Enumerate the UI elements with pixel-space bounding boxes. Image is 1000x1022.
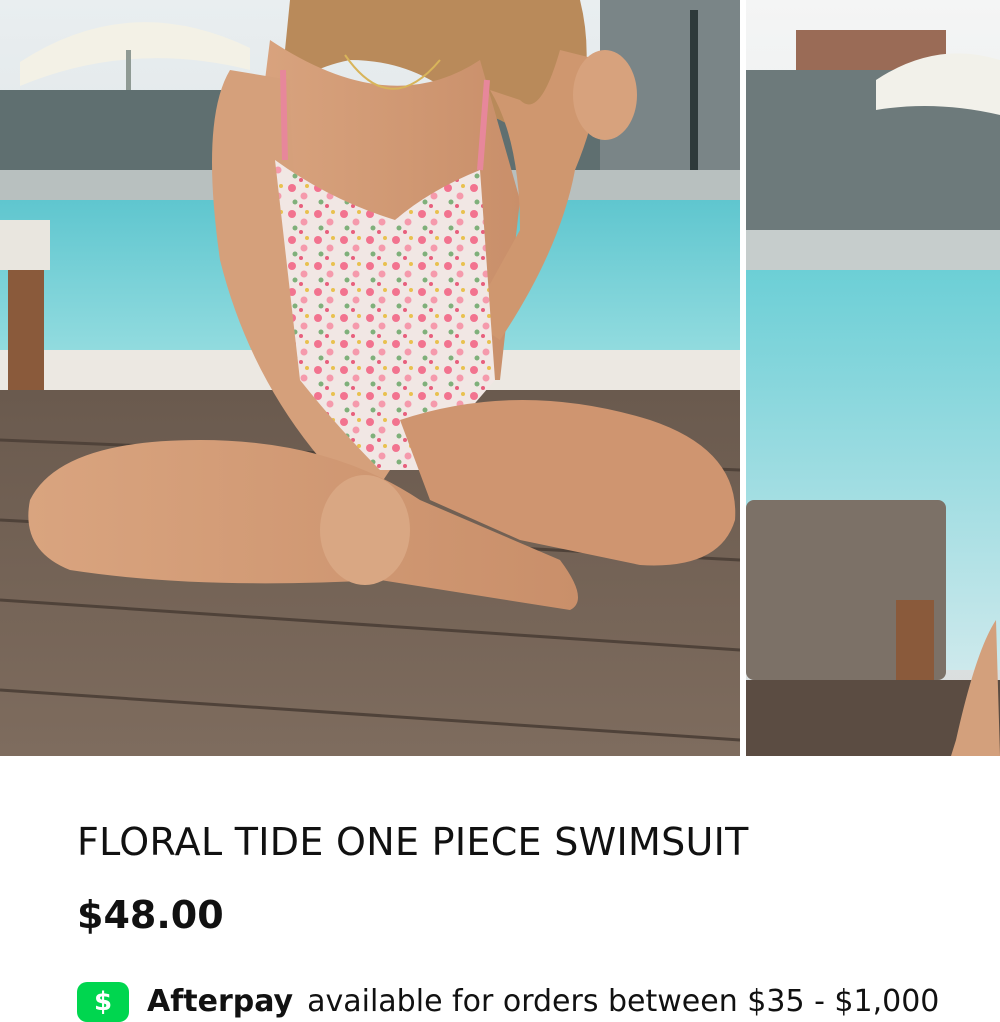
product-image-gallery[interactable] [0, 0, 1000, 756]
installment-info-text: available for orders between $35 - $1,00… [307, 984, 940, 1019]
product-info [0, 756, 1000, 1000]
cash-app-icon: $ [77, 982, 129, 1022]
product-image-next[interactable] [746, 0, 1000, 756]
afterpay-logo: Afterpay [147, 984, 294, 1019]
product-image-main[interactable] [0, 0, 740, 756]
installment-payment-row[interactable]: $ Afterpay available for orders between … [77, 982, 939, 1022]
product-title: FLORAL TIDE ONE PIECE SWIMSUIT [77, 820, 749, 864]
product-price: $48.00 [77, 893, 224, 937]
